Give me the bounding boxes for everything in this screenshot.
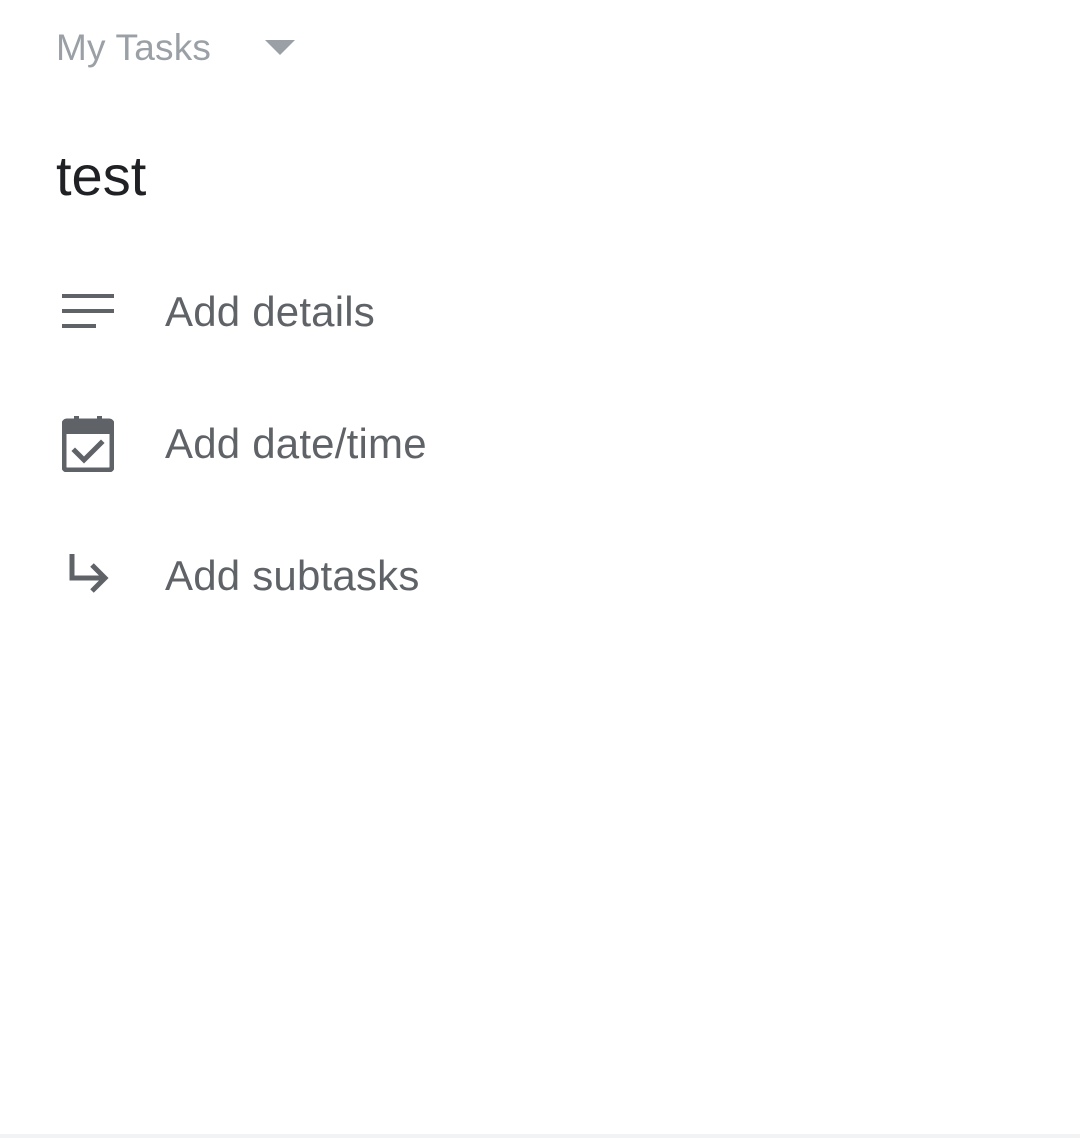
list-name: My Tasks (56, 27, 212, 68)
task-detail-screen: My Tasks test Add details Add date/time … (0, 0, 1080, 1138)
calendar-check-icon (58, 414, 118, 474)
add-date-time-row[interactable]: Add date/time (0, 394, 1080, 494)
notes-icon (58, 282, 118, 342)
add-subtasks-row[interactable]: Add subtasks (0, 526, 1080, 626)
bottom-divider (0, 1134, 1080, 1138)
add-date-time-label: Add date/time (165, 420, 427, 467)
add-details-label: Add details (165, 288, 376, 335)
add-details-row[interactable]: Add details (0, 262, 1080, 362)
add-subtasks-label: Add subtasks (165, 552, 420, 599)
task-title[interactable]: test (56, 140, 146, 212)
arrow-drop-down-icon[interactable] (265, 39, 296, 57)
list-selector[interactable]: My Tasks (56, 22, 296, 74)
subdirectory-arrow-icon (58, 546, 118, 606)
